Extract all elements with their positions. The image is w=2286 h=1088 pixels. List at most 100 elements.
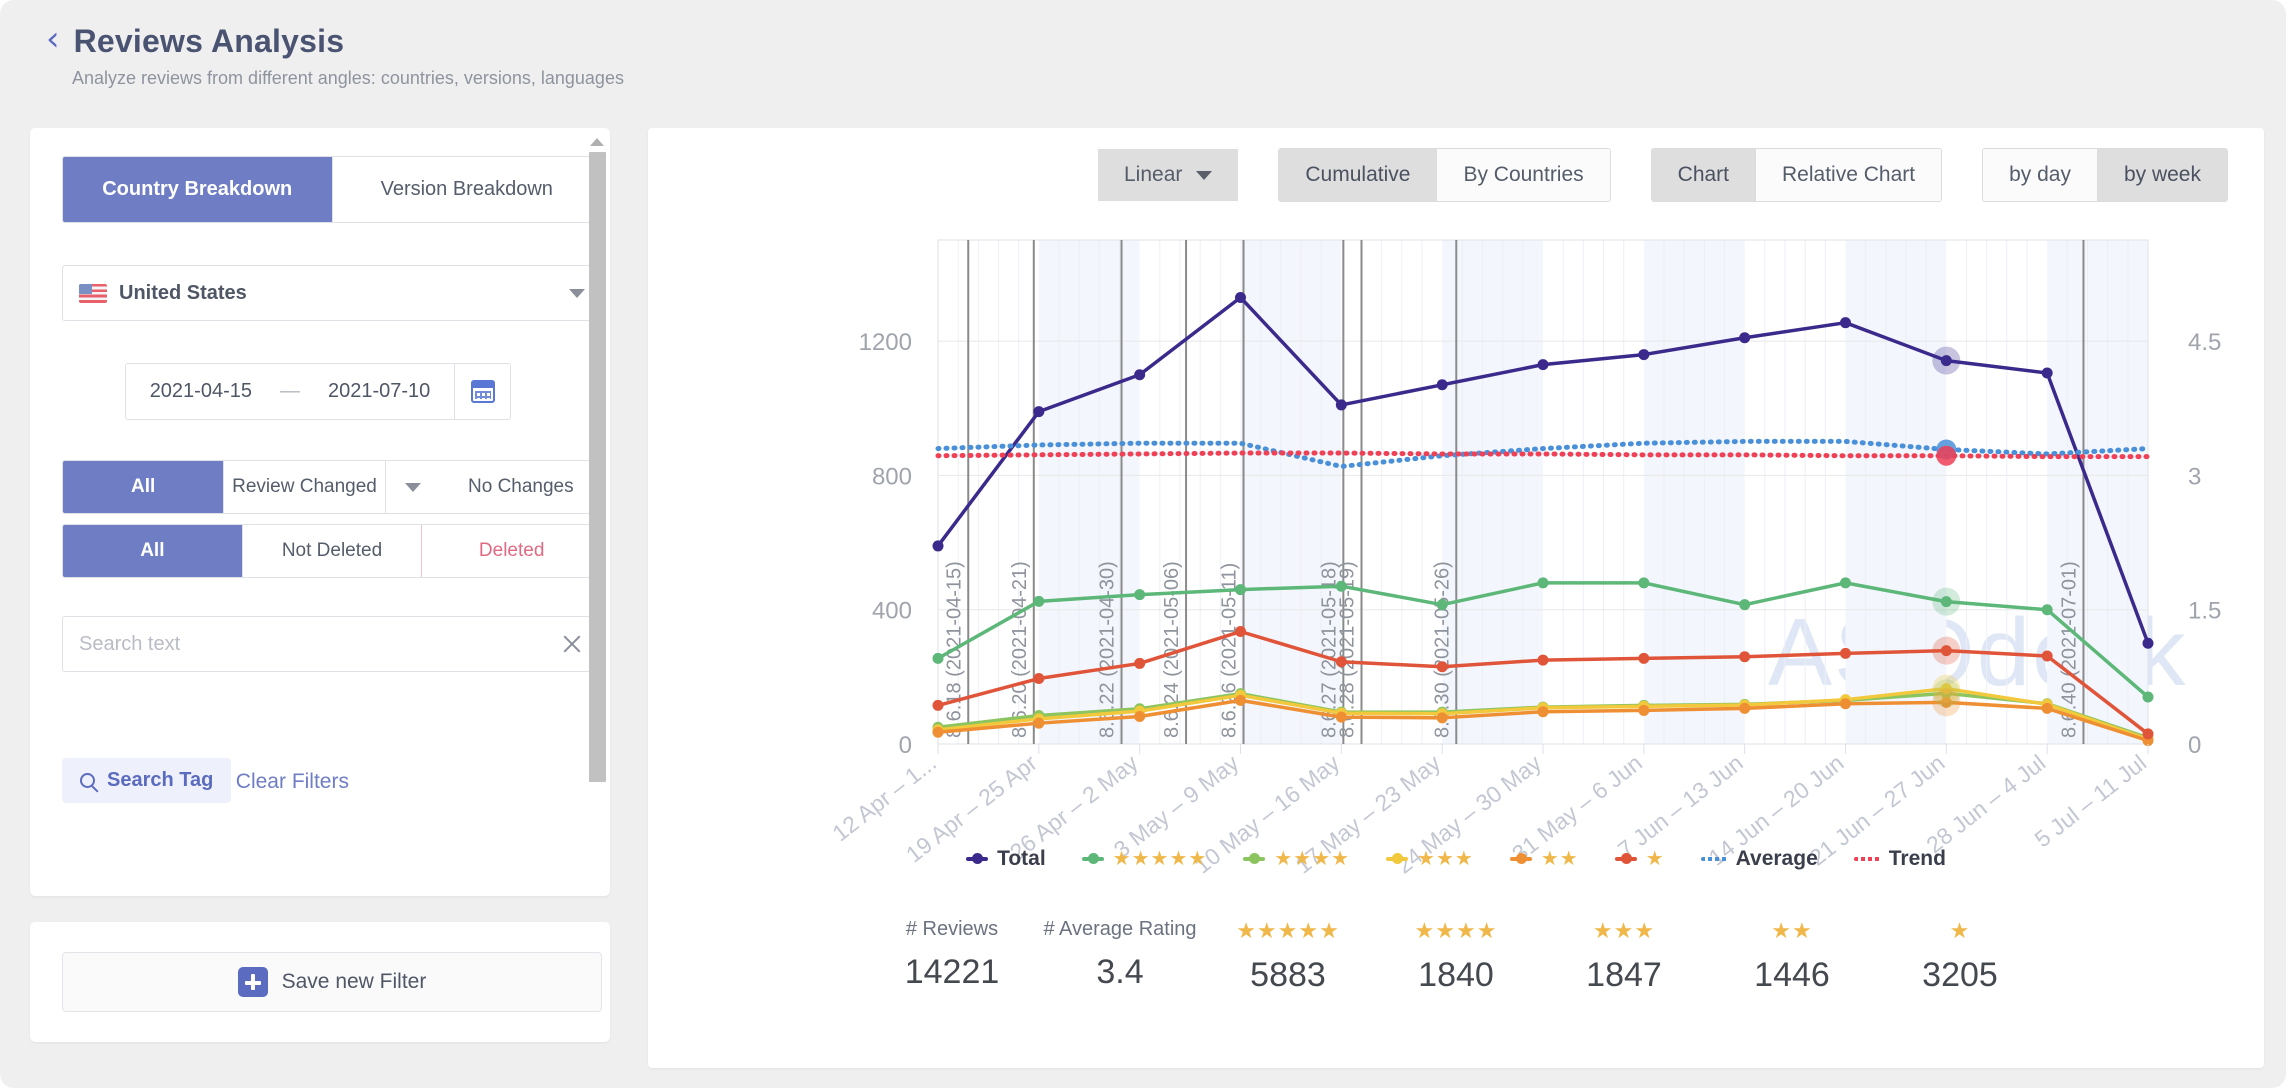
series-point[interactable] [1235, 292, 1246, 303]
series-point[interactable] [1335, 711, 1347, 723]
series-point[interactable] [932, 699, 944, 711]
series-point[interactable] [1840, 577, 1851, 589]
by-countries-button[interactable]: By Countries [1436, 149, 1610, 201]
stat-cell: # Reviews 14221 [868, 918, 1036, 992]
series-point[interactable] [1638, 349, 1650, 361]
date-range-picker[interactable]: 2021-04-15 — 2021-07-10 [124, 363, 512, 420]
series-point[interactable] [1235, 584, 1246, 596]
series-point[interactable] [1335, 656, 1347, 668]
date-to-input[interactable]: 2021-07-10 [304, 364, 454, 419]
close-icon[interactable] [559, 631, 585, 657]
legend-item[interactable]: Total [966, 847, 1046, 871]
scroll-up-arrow-icon[interactable] [590, 138, 604, 146]
not-deleted-button[interactable]: Not Deleted [241, 525, 422, 577]
x-axis-tick-label: 5 Jul – 11 Jul [2030, 749, 2151, 852]
sidebar-scrollbar[interactable] [588, 138, 606, 886]
chart-band [1643, 240, 1745, 744]
series-point[interactable] [1235, 626, 1246, 638]
version-marker-label: 8.6.20 (2021-04-21) [1009, 561, 1031, 738]
no-changes-button[interactable]: No Changes [440, 461, 601, 513]
series-point[interactable] [1033, 595, 1045, 607]
chart-button[interactable]: Chart [1651, 149, 1756, 201]
series-point[interactable] [2041, 702, 2053, 714]
by-day-button[interactable]: by day [1983, 149, 2097, 201]
save-new-filter-button[interactable]: Save new Filter [62, 952, 602, 1012]
relative-chart-button[interactable]: Relative Chart [1755, 149, 1942, 201]
calendar-icon [470, 380, 495, 403]
deleted-button[interactable]: Deleted [421, 525, 601, 577]
clear-filters-link[interactable]: Clear Filters [236, 770, 349, 794]
by-week-button[interactable]: by week [2096, 149, 2227, 201]
series-point[interactable] [1436, 661, 1448, 673]
series-point[interactable] [1537, 359, 1549, 371]
search-tag-button[interactable]: Search Tag [62, 758, 232, 803]
series-point[interactable] [1739, 651, 1751, 663]
legend-item[interactable]: Trend [1853, 847, 1946, 871]
series-point[interactable] [1638, 577, 1650, 589]
series-point[interactable] [1033, 673, 1045, 685]
series-point[interactable] [1739, 332, 1751, 344]
scale-select[interactable]: Linear [1098, 149, 1239, 201]
review-changed-dropdown-button[interactable] [384, 461, 441, 513]
series-point[interactable] [1235, 694, 1246, 706]
scrollbar-thumb[interactable] [588, 152, 606, 782]
series-point[interactable] [1134, 710, 1146, 722]
series-point[interactable] [1739, 702, 1751, 714]
series-point[interactable] [1134, 657, 1146, 669]
country-select[interactable]: United States [62, 265, 602, 321]
series-point[interactable] [932, 652, 944, 664]
series-point[interactable] [1840, 647, 1851, 659]
back-chevron-icon[interactable]: ‹ [46, 22, 60, 60]
series-point[interactable] [2041, 367, 2053, 379]
legend-item[interactable]: ★ [1614, 846, 1665, 871]
series-point[interactable] [1436, 379, 1448, 391]
series-point[interactable] [1436, 712, 1448, 724]
series-point[interactable] [1134, 589, 1146, 601]
series-point[interactable] [1638, 652, 1650, 664]
legend-item[interactable]: ★★★★★ [1081, 846, 1208, 871]
legend-item[interactable]: ★★★★ [1243, 846, 1350, 871]
legend-line-marker [1386, 848, 1409, 870]
legend-item[interactable]: ★★★ [1386, 846, 1474, 871]
series-point[interactable] [1840, 698, 1851, 710]
series-point[interactable] [932, 540, 944, 552]
series-point[interactable] [2041, 650, 2053, 662]
y-axis-tick-label: 400 [872, 598, 912, 625]
date-from-input[interactable]: 2021-04-15 [126, 364, 276, 419]
review-changed-button[interactable]: Review Changed [223, 461, 385, 513]
app-window: ‹ Reviews Analysis Analyze reviews from … [0, 0, 2286, 1088]
series-point[interactable] [1537, 706, 1549, 718]
series-point[interactable] [1840, 317, 1851, 329]
series-point[interactable] [1033, 406, 1045, 418]
series-point[interactable] [1436, 599, 1448, 611]
calendar-button[interactable] [454, 364, 510, 419]
highlight-halo [1932, 636, 1961, 665]
chevron-down-icon [569, 288, 585, 298]
legend-item[interactable]: Average [1700, 847, 1818, 871]
plus-icon [237, 967, 268, 997]
deleted-all-button[interactable]: All [63, 525, 242, 577]
series-point[interactable] [1537, 577, 1549, 589]
series-point[interactable] [2142, 691, 2154, 703]
series-point[interactable] [932, 726, 944, 738]
tab-version-breakdown[interactable]: Version Breakdown [331, 157, 601, 222]
stat-value: 5883 [1250, 956, 1326, 994]
legend-label: ★★★★ [1274, 848, 1351, 870]
review-changed-all-button[interactable]: All [63, 461, 224, 513]
cumulative-button[interactable]: Cumulative [1279, 149, 1437, 201]
series-point[interactable] [2041, 604, 2053, 616]
series-point[interactable] [1033, 717, 1045, 729]
stat-value: 3.4 [1096, 953, 1144, 991]
series-point[interactable] [1335, 399, 1347, 411]
series-point[interactable] [1638, 704, 1650, 716]
series-point[interactable] [1537, 654, 1549, 666]
series-point[interactable] [1739, 599, 1751, 611]
series-point[interactable] [2142, 637, 2154, 649]
series-point[interactable] [1134, 369, 1146, 381]
series-point[interactable] [1335, 580, 1347, 592]
tab-country-breakdown[interactable]: Country Breakdown [63, 157, 332, 222]
search-input[interactable] [79, 632, 559, 656]
series-point[interactable] [2142, 728, 2154, 740]
legend-item[interactable]: ★★ [1509, 846, 1579, 871]
search-text-field[interactable] [62, 616, 602, 672]
